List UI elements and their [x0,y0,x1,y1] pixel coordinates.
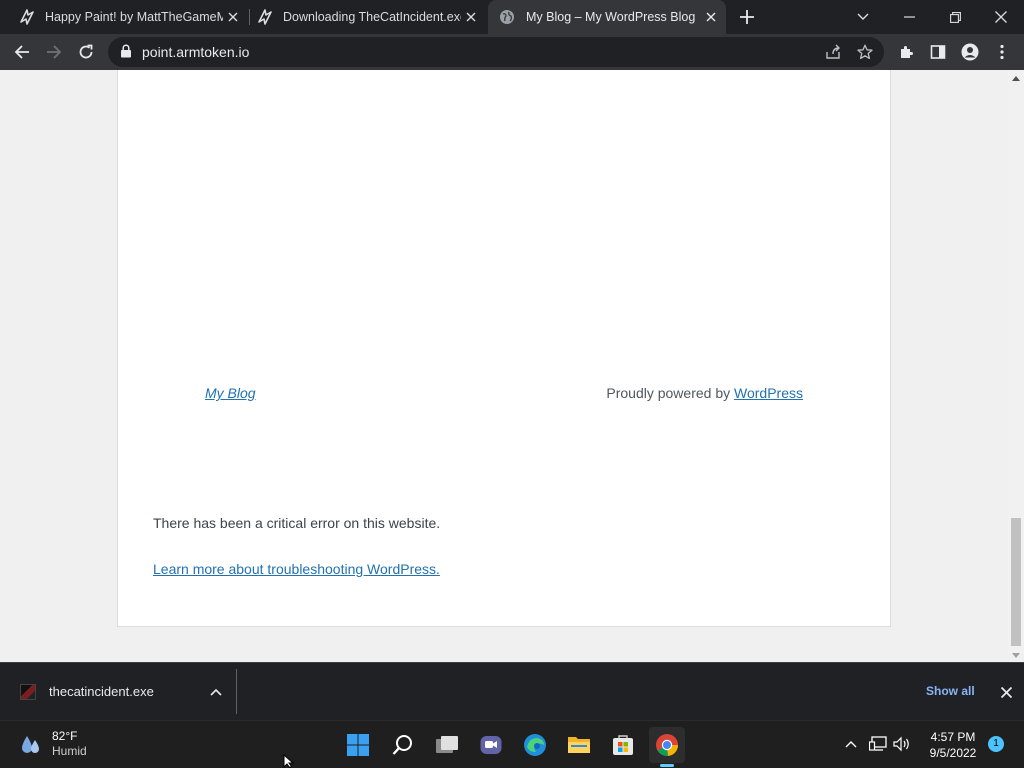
close-shelf-icon[interactable] [997,683,1015,701]
tray-overflow-chevron-icon[interactable] [841,733,861,755]
tab-title: Happy Paint! by MattTheGameMaker [45,10,223,24]
download-item[interactable]: thecatincident.exe [8,663,236,720]
url-text[interactable]: point.armtoken.io [142,37,249,67]
extensions-button[interactable] [893,39,919,65]
file-explorer-icon[interactable] [561,727,597,763]
tab-downloading[interactable]: Downloading TheCatIncident.exe [250,0,486,34]
download-shelf: thecatincident.exe Show all [0,662,1024,720]
humidity-drop-icon [20,734,42,761]
clock-date: 9/5/2022 [929,746,977,760]
tab-title: My Blog – My WordPress Blog [526,10,696,24]
restore-button[interactable] [932,0,978,34]
new-tab-button[interactable] [737,7,757,27]
system-clock[interactable]: 4:57 PM 9/5/2022 [920,729,986,761]
tab-search-button[interactable] [840,0,886,34]
critical-error-message: There has been a critical error on this … [153,515,441,531]
itch-icon [18,8,36,26]
network-icon[interactable] [868,733,888,755]
shelf-separator [236,669,237,714]
tab-title: Downloading TheCatIncident.exe [283,10,461,24]
notification-badge[interactable]: 1 [988,736,1004,752]
share-icon[interactable] [824,43,842,61]
menu-kebab-icon[interactable] [989,39,1015,65]
troubleshooting-link[interactable]: Learn more about troubleshooting WordPre… [153,561,440,577]
page-viewport: My Blog Proudly powered by WordPress The… [0,70,1024,662]
address-bar[interactable]: point.armtoken.io [108,37,884,67]
tab-happy-paint[interactable]: Happy Paint! by MattTheGameMaker [12,0,248,34]
chevron-up-icon[interactable] [210,683,222,701]
mouse-cursor-icon [283,753,295,768]
search-icon[interactable] [385,727,421,763]
tab-strip: Happy Paint! by MattTheGameMaker Downloa… [0,0,1024,34]
tab-my-blog[interactable]: My Blog – My WordPress Blog [488,0,726,34]
scrollbar-thumb[interactable] [1011,518,1021,646]
itch-icon [256,8,274,26]
weather-widget[interactable]: 82°F Humid [20,729,87,761]
globe-icon [498,8,516,26]
volume-icon[interactable] [892,733,912,755]
bookmark-star-icon[interactable] [856,43,874,61]
task-view-icon[interactable] [429,727,465,763]
minimize-button[interactable] [886,0,932,34]
footer-powered-by: Proudly powered by WordPress [606,385,803,401]
wordpress-link[interactable]: WordPress [734,385,803,401]
browser-toolbar: point.armtoken.io [0,34,1024,70]
forward-button[interactable] [41,39,67,65]
close-tab-icon[interactable] [702,8,720,26]
exe-file-icon [20,683,36,700]
profile-button[interactable] [957,39,983,65]
close-window-button[interactable] [978,0,1024,34]
windows-start-icon[interactable] [340,727,376,763]
download-file-name[interactable]: thecatincident.exe [49,684,154,699]
clock-time: 4:57 PM [930,730,976,744]
footer-site-link[interactable]: My Blog [205,385,256,401]
back-button[interactable] [9,39,35,65]
content-card: My Blog Proudly powered by WordPress The… [117,70,891,627]
scroll-down-arrow-icon[interactable] [1012,653,1020,658]
chrome-icon[interactable] [649,727,685,763]
lock-icon[interactable] [120,44,132,63]
scroll-up-arrow-icon[interactable] [1012,76,1020,81]
edge-browser-icon[interactable] [517,727,553,763]
powered-by-text: Proudly powered by [606,385,731,401]
active-app-indicator [660,764,674,767]
weather-condition: Humid [52,744,87,758]
close-tab-icon[interactable] [462,8,480,26]
windows-taskbar: 82°F Humid 4:57 PM 9/5/2022 1 [0,720,1024,768]
side-panel-button[interactable] [925,39,951,65]
page-scrollbar[interactable] [1008,70,1024,662]
reload-button[interactable] [73,39,99,65]
microsoft-store-icon[interactable] [605,727,641,763]
teams-chat-icon[interactable] [473,727,509,763]
close-tab-icon[interactable] [224,8,242,26]
show-all-button[interactable]: Show all [926,684,975,698]
weather-temperature: 82°F [52,729,78,743]
